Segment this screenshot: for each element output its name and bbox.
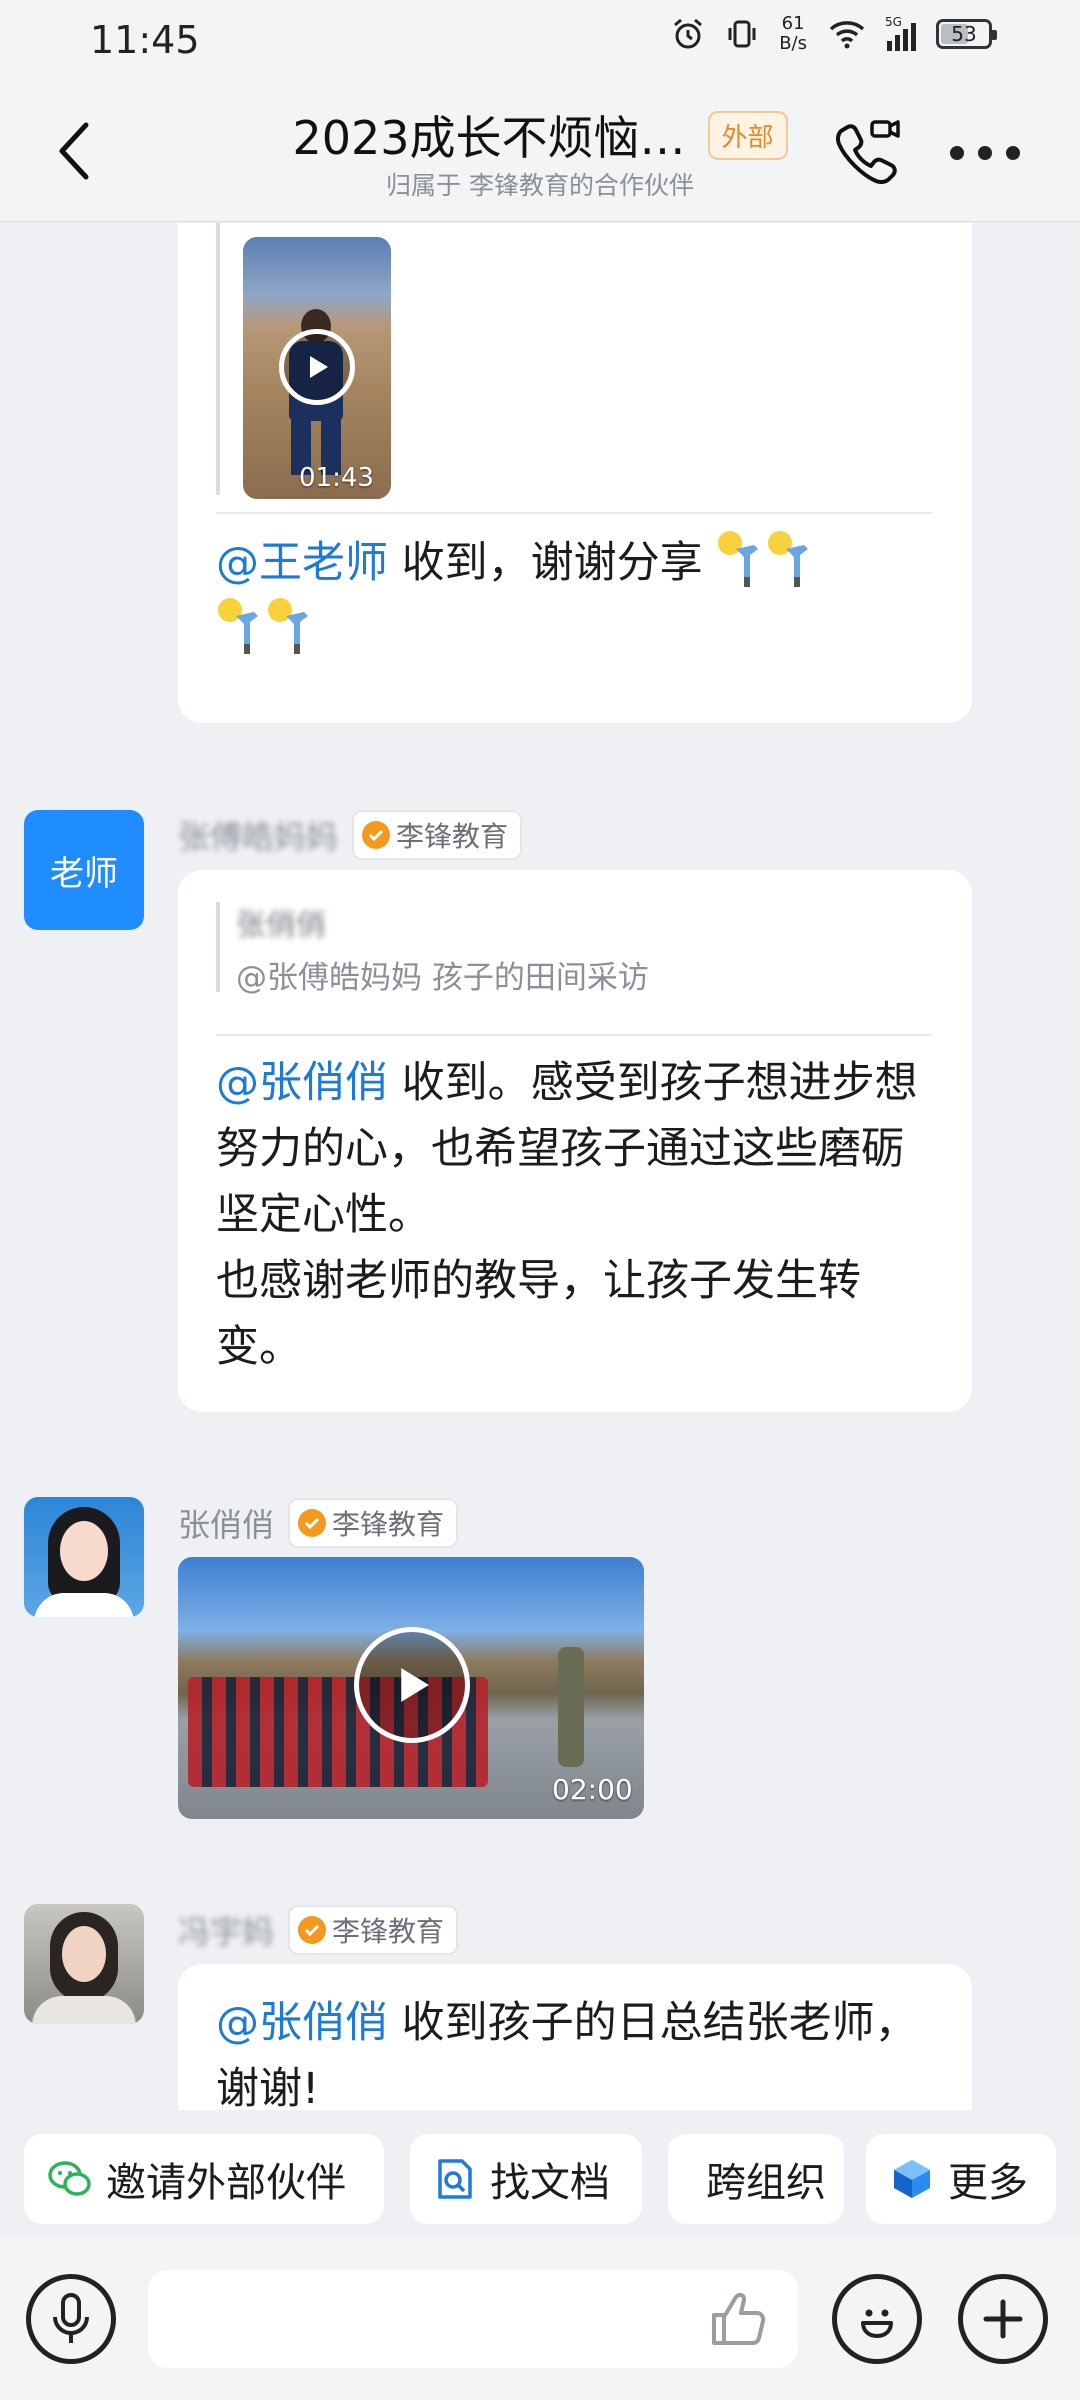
message-text: @王老师 收到，谢谢分享	[216, 529, 956, 663]
battery-icon: 53	[936, 19, 997, 49]
quoted-message[interactable]	[216, 223, 220, 495]
video-duration: 02:00	[552, 1773, 633, 1806]
verified-icon	[298, 1509, 327, 1537]
wechat-icon	[48, 2161, 91, 2196]
org-badge: 李锋教育	[352, 810, 523, 860]
video-message[interactable]: 02:00	[178, 1557, 644, 1819]
message-bubble[interactable]: 01:43 @王老师 收到，谢谢分享	[178, 223, 972, 723]
mention-link[interactable]: @王老师	[216, 538, 388, 588]
kneel-emoji-icon	[768, 531, 809, 587]
quote-text: @张傅皓妈妈 孩子的田间采访	[236, 960, 649, 996]
doc-search-icon	[438, 2159, 472, 2199]
message-text: @张俏俏 收到。感受到孩子想进步想努力的心，也希望孩子通过这些磨砺坚定心性。 也…	[216, 1058, 918, 1372]
more-options-button[interactable]	[950, 138, 1030, 168]
avatar[interactable]: 老师	[24, 810, 144, 930]
call-button[interactable]	[832, 116, 904, 188]
signal-icon: 5G	[885, 15, 916, 51]
find-document-button[interactable]: 找文档	[410, 2134, 642, 2224]
cube-icon	[894, 2160, 930, 2198]
message-input-box[interactable]	[148, 2270, 798, 2368]
org-badge: 李锋教育	[288, 1905, 459, 1955]
sender-row: 张傅皓妈妈 李锋教育	[178, 810, 523, 860]
video-duration: 01:43	[299, 463, 374, 493]
kneel-emoji-icon	[218, 598, 258, 654]
chat-title[interactable]: 2023成长不烦恼…	[292, 102, 685, 168]
mention-link[interactable]: @张俏俏	[216, 1998, 388, 2048]
verified-icon	[362, 821, 391, 849]
message-text: @张俏俏 收到孩子的日总结张老师，谢谢!	[216, 1998, 918, 2110]
message-bubble[interactable]: 张俏俏 @张傅皓妈妈 孩子的田间采访 @张俏俏 收到。感受到孩子想进步想努力的心…	[178, 870, 972, 1412]
message-list[interactable]: 01:43 @王老师 收到，谢谢分享 老师 张傅皓妈妈 李锋教育 张俏俏 @张傅…	[0, 223, 1080, 2110]
thumbs-up-icon[interactable]	[706, 2287, 770, 2351]
sender-name[interactable]: 张傅皓妈妈	[178, 812, 338, 858]
quick-action-bar[interactable]: 邀请外部伙伴 找文档 跨组织 更多	[0, 2110, 1080, 2234]
sender-row: 张俏俏 李锋教育	[178, 1498, 459, 1548]
sender-name[interactable]: 冯宇妈	[178, 1907, 274, 1953]
org-badge: 李锋教育	[288, 1498, 459, 1548]
voice-button[interactable]	[26, 2274, 116, 2364]
avatar-text: 老师	[50, 853, 118, 894]
kneel-emoji-icon	[268, 598, 308, 654]
status-icons: 61 B/s 5G 53	[671, 13, 997, 54]
status-time: 11:45	[90, 18, 200, 62]
video-thumbnail[interactable]: 01:43	[243, 237, 391, 499]
vibrate-icon	[728, 20, 756, 48]
quoted-message[interactable]	[216, 902, 220, 992]
status-bar: 11:45 61 B/s 5G 53	[0, 0, 1080, 80]
input-bar	[0, 2234, 1080, 2400]
add-attachment-button[interactable]	[958, 2274, 1048, 2364]
more-actions-button[interactable]: 更多	[866, 2134, 1056, 2224]
verified-icon	[298, 1916, 327, 1944]
chat-subtitle: 归属于 李锋教育的合作伙伴	[386, 171, 694, 200]
smiley-icon	[861, 2309, 893, 2338]
phone-video-icon	[835, 120, 900, 185]
invite-partner-button[interactable]: 邀请外部伙伴	[24, 2134, 384, 2224]
play-icon[interactable]	[279, 329, 355, 405]
dot-icon	[950, 146, 964, 160]
avatar[interactable]	[24, 1497, 144, 1617]
quote-divider	[216, 1034, 932, 1036]
plus-icon	[983, 2299, 1023, 2339]
kneel-emoji-icon	[718, 531, 759, 587]
quote-divider	[216, 512, 932, 514]
emoji-button[interactable]	[832, 2274, 922, 2364]
wifi-icon	[829, 21, 865, 49]
alarm-icon	[674, 18, 703, 49]
cross-org-button[interactable]: 跨组织	[668, 2134, 844, 2224]
play-icon[interactable]	[354, 1627, 470, 1743]
emoji-group	[216, 596, 312, 656]
title-row[interactable]: 2023成长不烦恼… 外部	[0, 102, 1080, 168]
sender-name[interactable]: 张俏俏	[178, 1500, 274, 1546]
net-speed: 61 B/s	[779, 13, 807, 54]
dot-icon	[978, 146, 992, 160]
mention-link[interactable]: @张俏俏	[216, 1058, 388, 1108]
message-bubble[interactable]: @张俏俏 收到孩子的日总结张老师，谢谢!	[178, 1964, 972, 2110]
external-badge: 外部	[707, 110, 788, 160]
sender-row: 冯宇妈 李锋教育	[178, 1905, 459, 1955]
avatar[interactable]	[24, 1904, 144, 2024]
message-input[interactable]	[148, 2270, 688, 2368]
dot-icon	[1006, 146, 1020, 160]
chat-header: 2023成长不烦恼… 外部 归属于 李锋教育的合作伙伴	[0, 80, 1080, 222]
emoji-group	[716, 529, 812, 589]
microphone-icon	[53, 2293, 89, 2343]
quote-author: 张俏俏	[236, 908, 326, 943]
